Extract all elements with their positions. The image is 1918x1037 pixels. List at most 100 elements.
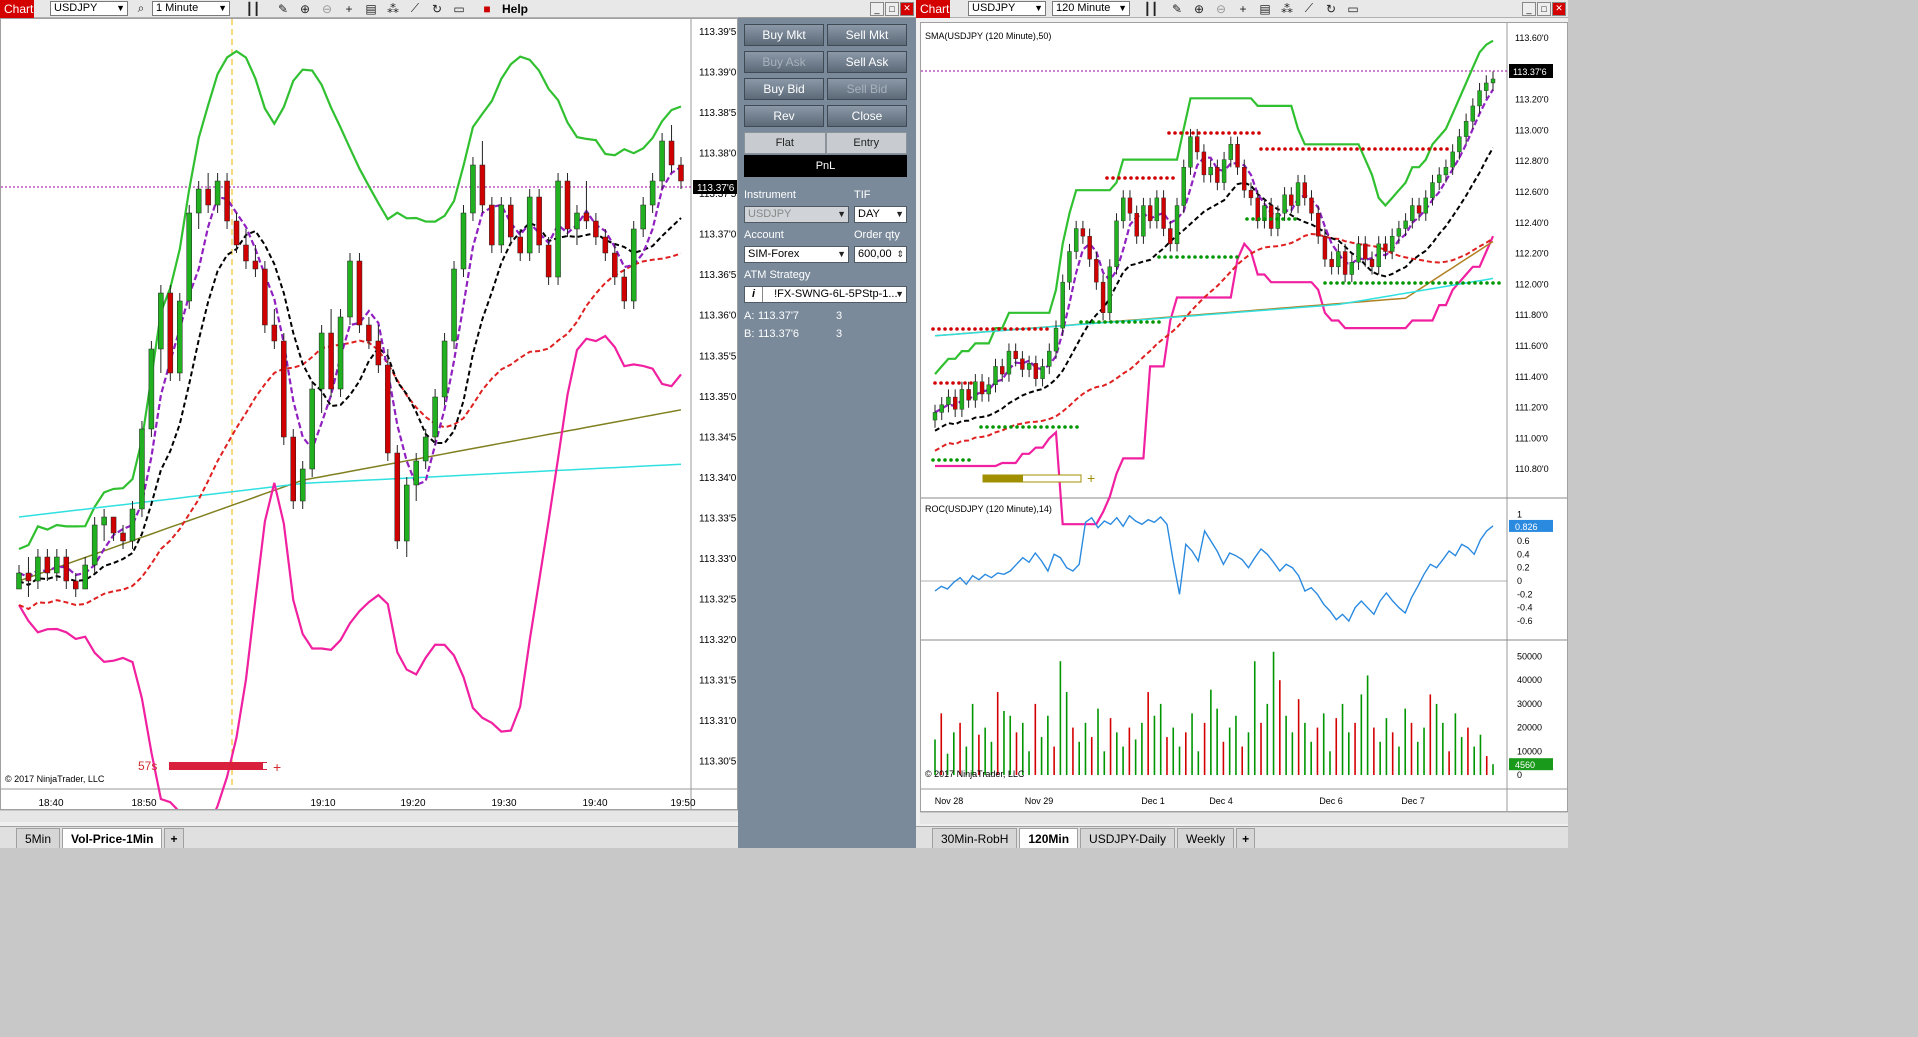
candle-body: [536, 196, 542, 246]
properties-icon[interactable]: ▤: [362, 1, 380, 17]
tab-30min-robh[interactable]: 30Min-RobH: [932, 828, 1018, 848]
volume-tick-label: 10000: [1517, 746, 1542, 756]
pivot-dot: [1141, 176, 1145, 180]
instrument-selector[interactable]: USDJPY ▼: [50, 1, 128, 16]
add-tab-button[interactable]: +: [1236, 828, 1256, 848]
right-price-chart[interactable]: 113.60'0113.40'0113.20'0113.00'0112.80'0…: [921, 23, 1567, 811]
left-price-panel[interactable]: 113.39'5 113.39'0 113.38'5 113.38'0 113.37'5…: [0, 18, 738, 849]
maximize-icon[interactable]: □: [885, 1, 899, 16]
pivot-dot: [1075, 425, 1079, 429]
horizontal-scrollbar[interactable]: [920, 812, 1568, 824]
refresh-icon[interactable]: ↻: [1322, 1, 1340, 17]
pivot-dot: [991, 425, 995, 429]
roc-tick-label: 0.4: [1517, 549, 1530, 559]
pivot-dot: [1185, 131, 1189, 135]
pivot-dot: [1153, 176, 1157, 180]
account-select[interactable]: SIM-Forex ▼: [744, 246, 849, 263]
zoom-out-icon[interactable]: ⊖: [1212, 1, 1230, 17]
indicators-icon[interactable]: ⁂: [384, 1, 402, 17]
candle-body: [299, 468, 306, 502]
horizontal-scrollbar[interactable]: [0, 810, 738, 822]
buy-mkt-button[interactable]: Buy Mkt: [744, 24, 824, 46]
candle-body: [328, 332, 334, 390]
atm-strategy-select[interactable]: i !FX-SWNG-6L-5PStp-1... ▼: [744, 286, 907, 303]
zoom-out-icon[interactable]: ⊖: [318, 1, 336, 17]
strategies-icon[interactable]: ⟋: [406, 1, 424, 17]
candle-body: [1410, 205, 1415, 222]
data-box-icon[interactable]: ▭: [1344, 1, 1362, 17]
candle-body: [959, 389, 965, 410]
buy-ask-button[interactable]: Buy Ask: [744, 51, 824, 73]
instrument-field[interactable]: USDJPY ▼: [744, 206, 849, 223]
help-icon[interactable]: ■: [478, 1, 496, 17]
pivot-dot: [1079, 320, 1083, 324]
candle-body: [205, 188, 211, 206]
indicators-icon[interactable]: ⁂: [1278, 1, 1296, 17]
minimize-icon[interactable]: _: [870, 1, 884, 16]
bar-type-icon[interactable]: ┃┃: [244, 1, 262, 17]
order-qty-stepper[interactable]: 600,00 ⇕: [854, 246, 907, 263]
candle-body: [318, 332, 325, 390]
pencil-icon[interactable]: ✎: [1168, 1, 1186, 17]
properties-icon[interactable]: ▤: [1256, 1, 1274, 17]
left-tab-bar: 5Min Vol-Price-1Min +: [0, 826, 738, 848]
sell-mkt-button[interactable]: Sell Mkt: [827, 24, 907, 46]
close-icon[interactable]: ✕: [900, 1, 914, 16]
tif-select[interactable]: DAY ▼: [854, 206, 907, 223]
tab-usdjpy-daily[interactable]: USDJPY-Daily: [1080, 828, 1175, 848]
zoom-in-icon[interactable]: ⊕: [1190, 1, 1208, 17]
left-price-chart[interactable]: 113.39'5113.39'0113.38'5113.38'0113.37'5…: [1, 19, 737, 849]
pivot-dot: [973, 327, 977, 331]
close-icon[interactable]: ✕: [1552, 1, 1566, 16]
rev-button[interactable]: Rev: [744, 105, 824, 127]
tab-5min[interactable]: 5Min: [16, 828, 61, 848]
sell-ask-button[interactable]: Sell Ask: [827, 51, 907, 73]
pivot-dot: [1397, 147, 1401, 151]
pivot-dot: [1203, 131, 1207, 135]
pivot-dot: [1385, 147, 1389, 151]
maximize-icon[interactable]: □: [1537, 1, 1551, 16]
chart-tag[interactable]: Chart: [0, 0, 34, 18]
instrument-selector[interactable]: USDJPY ▼: [968, 1, 1046, 16]
tab-120min[interactable]: 120Min: [1019, 828, 1079, 848]
minimize-icon[interactable]: _: [1522, 1, 1536, 16]
refresh-icon[interactable]: ↻: [428, 1, 446, 17]
atm-strategy-value: !FX-SWNG-6L-5PStp-1...: [774, 288, 898, 300]
pivot-dot: [1009, 327, 1013, 331]
bar-type-icon[interactable]: ┃┃: [1142, 1, 1160, 17]
pivot-dot: [1361, 147, 1365, 151]
search-icon[interactable]: ⌕: [132, 1, 150, 17]
crosshair-icon[interactable]: +: [340, 1, 358, 17]
right-chart-panels[interactable]: 113.60'0113.40'0113.20'0113.00'0112.80'0…: [920, 22, 1568, 812]
candle-body: [1457, 136, 1462, 153]
tab-vol-price-1min[interactable]: Vol-Price-1Min: [62, 828, 163, 848]
candle-body: [1302, 182, 1307, 199]
buy-bid-button[interactable]: Buy Bid: [744, 78, 824, 100]
crosshair-icon[interactable]: +: [1234, 1, 1252, 17]
pencil-icon[interactable]: ✎: [274, 1, 292, 17]
candle-body: [72, 580, 79, 590]
help-menu[interactable]: Help: [502, 2, 528, 16]
data-box-icon[interactable]: ▭: [450, 1, 468, 17]
interval-selector[interactable]: 1 Minute ▼: [152, 1, 230, 16]
pivot-dot: [1135, 176, 1139, 180]
add-tab-button[interactable]: +: [164, 828, 184, 848]
volume-tick-label: 20000: [1517, 723, 1542, 733]
candle-body: [233, 220, 240, 246]
spin-icon[interactable]: ⇕: [896, 247, 904, 262]
zoom-in-icon[interactable]: ⊕: [296, 1, 314, 17]
candle-body: [1154, 197, 1160, 222]
candle-body: [1450, 151, 1455, 168]
instrument-field-value: USDJPY: [748, 208, 792, 220]
strategies-icon[interactable]: ⟋: [1300, 1, 1318, 17]
tab-weekly[interactable]: Weekly: [1176, 828, 1235, 848]
candle-body: [583, 212, 590, 222]
info-icon[interactable]: i: [745, 287, 763, 302]
close-position-button[interactable]: Close: [827, 105, 907, 127]
interval-selector[interactable]: 120 Minute ▼: [1052, 1, 1130, 16]
sell-bid-button[interactable]: Sell Bid: [827, 78, 907, 100]
pivot-dot: [1115, 320, 1119, 324]
roc-panel-label: ROC(USDJPY (120 Minute),14): [925, 504, 1052, 514]
chart-tag[interactable]: Chart: [916, 0, 950, 18]
candle-body: [129, 508, 136, 542]
